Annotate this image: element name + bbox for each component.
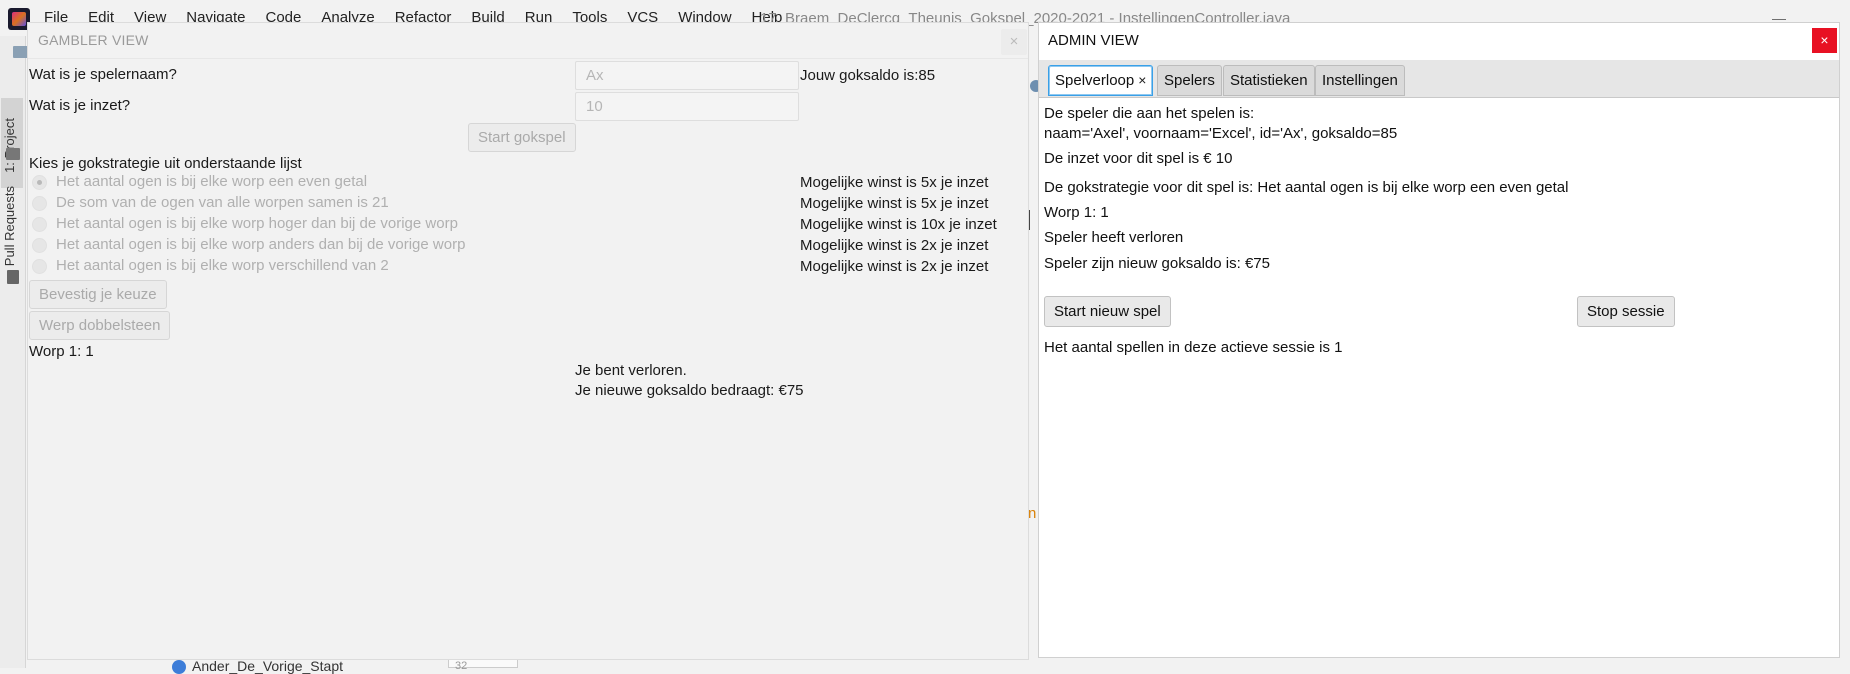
strategy-win-1: Mogelijke winst is 5x je inzet bbox=[800, 174, 989, 191]
strategy-radio-1[interactable] bbox=[32, 175, 47, 190]
project-tool-tab[interactable]: 1: Project bbox=[2, 118, 17, 173]
pull-request-icon bbox=[7, 270, 19, 284]
tab-close-icon[interactable]: × bbox=[1138, 72, 1146, 88]
tab-instellingen[interactable]: Instellingen bbox=[1315, 65, 1405, 96]
bet-label: Wat is je inzet? bbox=[29, 97, 131, 114]
spelverloop-pane: De speler die aan het spelen is: naam='A… bbox=[1039, 99, 1839, 657]
tab-statistieken-label: Statistieken bbox=[1230, 72, 1308, 89]
player-name-label: Wat is je spelernaam? bbox=[29, 66, 177, 83]
strategy-radio-3[interactable] bbox=[32, 217, 47, 232]
roll-result-text: Worp 1: 1 bbox=[29, 343, 94, 360]
tab-spelverloop-label: Spelverloop bbox=[1055, 72, 1135, 89]
admin-window-title: ADMIN VIEW bbox=[1048, 32, 1139, 49]
lost-text: Je bent verloren. bbox=[575, 362, 687, 379]
strategy-label-5: Het aantal ogen is bij elke worp verschi… bbox=[56, 257, 389, 274]
player-heading: De speler die aan het spelen is: bbox=[1044, 105, 1255, 122]
ide-tool-strip: 1: Project Pull Requests bbox=[0, 36, 26, 668]
strategy-radio-5[interactable] bbox=[32, 259, 47, 274]
editor-partial-text: n bbox=[1028, 505, 1037, 522]
pull-requests-tool-tab[interactable]: Pull Requests bbox=[2, 186, 17, 266]
gambler-content: Wat is je spelernaam? Ax Jouw goksaldo i… bbox=[28, 58, 1028, 658]
strategy-info: De gokstrategie voor dit spel is: Het aa… bbox=[1044, 179, 1569, 196]
strategy-radio-4[interactable] bbox=[32, 238, 47, 253]
tab-instellingen-label: Instellingen bbox=[1322, 72, 1398, 89]
player-name-input[interactable]: Ax bbox=[575, 61, 799, 90]
player-info: naam='Axel', voornaam='Excel', id='Ax', … bbox=[1044, 125, 1398, 142]
folder-icon bbox=[6, 148, 20, 160]
new-balance-info: Speler zijn nieuw goksaldo is: €75 bbox=[1044, 255, 1270, 272]
admin-window: ADMIN VIEW × Spelverloop × Spelers Statis… bbox=[1038, 22, 1840, 658]
admin-tabbar: Spelverloop × Spelers Statistieken Instel… bbox=[1039, 60, 1839, 98]
result-info: Speler heeft verloren bbox=[1044, 229, 1184, 246]
strategy-radio-2[interactable] bbox=[32, 196, 47, 211]
admin-titlebar: ADMIN VIEW × bbox=[1039, 23, 1839, 58]
session-info: Het aantal spellen in deze actieve sessi… bbox=[1044, 339, 1343, 356]
strategy-label: Kies je gokstrategie uit onderstaande li… bbox=[29, 155, 302, 172]
tab-spelverloop[interactable]: Spelverloop × bbox=[1048, 65, 1154, 96]
tab-spelers[interactable]: Spelers bbox=[1157, 65, 1222, 96]
run-config-icon bbox=[172, 660, 186, 674]
balance-text: Jouw goksaldo is:85 bbox=[800, 67, 936, 84]
admin-close-button[interactable]: × bbox=[1812, 28, 1837, 53]
strategy-win-2: Mogelijke winst is 5x je inzet bbox=[800, 195, 989, 212]
gambler-window: GAMBLER VIEW × Wat is je spelernaam? Ax … bbox=[27, 22, 1029, 660]
strategy-label-1: Het aantal ogen is bij elke worp een eve… bbox=[56, 173, 368, 190]
tab-statistieken[interactable]: Statistieken bbox=[1223, 65, 1315, 96]
strategy-win-3: Mogelijke winst is 10x je inzet bbox=[800, 216, 997, 233]
strategy-win-4: Mogelijke winst is 2x je inzet bbox=[800, 237, 989, 254]
start-new-game-button[interactable]: Start nieuw spel bbox=[1044, 296, 1171, 327]
confirm-choice-button[interactable]: Bevestig je keuze bbox=[29, 280, 167, 309]
gambler-titlebar: GAMBLER VIEW × bbox=[28, 23, 1028, 57]
strategy-label-3: Het aantal ogen is bij elke worp hoger d… bbox=[56, 215, 458, 232]
strategy-label-2: De som van de ogen van alle worpen samen… bbox=[56, 194, 389, 211]
gambler-close-button[interactable]: × bbox=[1001, 29, 1027, 55]
roll-die-button[interactable]: Werp dobbelsteen bbox=[29, 311, 171, 340]
roll-info: Worp 1: 1 bbox=[1044, 204, 1109, 221]
bet-input[interactable]: 10 bbox=[575, 92, 799, 121]
ide-bottom-item: Ander_De_Vorige_Stapt bbox=[192, 658, 343, 674]
tab-spelers-label: Spelers bbox=[1164, 72, 1215, 89]
strategy-win-5: Mogelijke winst is 2x je inzet bbox=[800, 258, 989, 275]
gambler-window-title: GAMBLER VIEW bbox=[38, 32, 149, 48]
stop-session-button[interactable]: Stop sessie bbox=[1577, 296, 1675, 327]
new-balance-text: Je nieuwe goksaldo bedraagt: €75 bbox=[575, 382, 804, 399]
bet-info: De inzet voor dit spel is € 10 bbox=[1044, 150, 1233, 167]
start-gokspel-button[interactable]: Start gokspel bbox=[468, 123, 576, 152]
strategy-label-4: Het aantal ogen is bij elke worp anders … bbox=[56, 236, 466, 253]
